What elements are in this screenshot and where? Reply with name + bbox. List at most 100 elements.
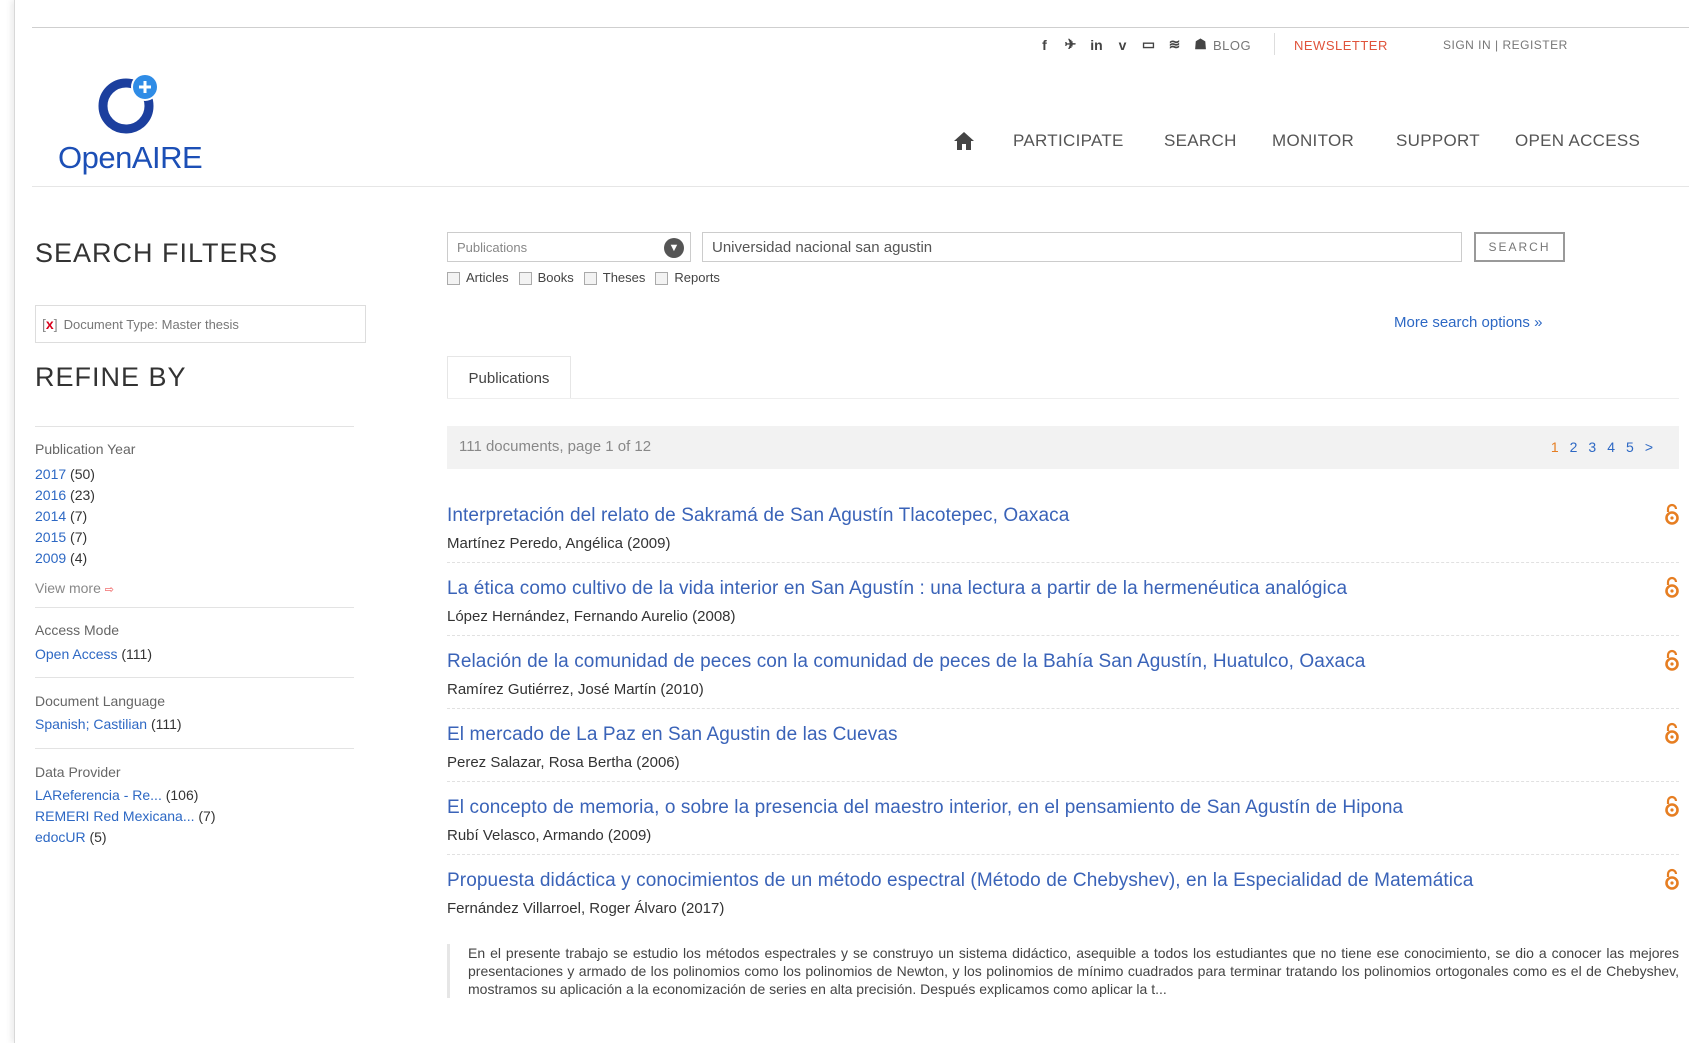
facet-link[interactable]: 2016 bbox=[35, 487, 66, 503]
nav-open-access[interactable]: OPEN ACCESS bbox=[1515, 131, 1640, 151]
facet-link[interactable]: edocUR bbox=[35, 829, 86, 845]
facet-link[interactable]: Open Access bbox=[35, 646, 118, 662]
facet-divider bbox=[35, 426, 354, 427]
search-input[interactable]: Universidad nacional san agustin bbox=[702, 232, 1462, 262]
checkbox-icon[interactable] bbox=[518, 272, 532, 286]
divider bbox=[1274, 33, 1275, 55]
view-more-link[interactable]: View more ⇨ bbox=[35, 580, 114, 596]
facet-link[interactable]: 2015 bbox=[35, 529, 66, 545]
facet-item-provider[interactable]: REMERI Red Mexicana... (7) bbox=[35, 808, 216, 824]
blog-link[interactable]: BLOG bbox=[1213, 38, 1251, 53]
open-access-icon bbox=[1665, 795, 1679, 817]
facet-item-provider[interactable]: LAReferencia - Re... (106) bbox=[35, 787, 198, 803]
nav-participate[interactable]: PARTICIPATE bbox=[1013, 131, 1124, 151]
facet-title-language: Document Language bbox=[35, 693, 165, 709]
result-divider bbox=[447, 635, 1679, 636]
checkbox-reports[interactable]: Reports bbox=[655, 270, 720, 286]
facet-item-provider[interactable]: edocUR (5) bbox=[35, 829, 107, 845]
facet-item-year[interactable]: 2017 (50) bbox=[35, 466, 95, 482]
checkbox-icon[interactable] bbox=[655, 272, 669, 286]
facet-count: (5) bbox=[89, 829, 107, 845]
linkedin-icon[interactable]: in bbox=[1088, 37, 1105, 53]
vimeo-icon[interactable]: v bbox=[1114, 37, 1131, 53]
checkbox-books[interactable]: Books bbox=[518, 270, 574, 286]
result-title-link[interactable]: Propuesta didáctica y conocimientos de u… bbox=[447, 870, 1679, 892]
facet-link[interactable]: Spanish; Castilian bbox=[35, 716, 147, 732]
facet-link[interactable]: 2017 bbox=[35, 466, 66, 482]
page-link[interactable]: 3 bbox=[1588, 439, 1596, 455]
facet-count: (50) bbox=[70, 466, 95, 482]
top-divider bbox=[32, 27, 1689, 28]
view-more-icon: ⇨ bbox=[104, 584, 114, 596]
result-authors: Fernández Villarroel, Roger Álvaro (2017… bbox=[447, 900, 725, 917]
checkbox-icon[interactable] bbox=[583, 272, 597, 286]
result-title-link[interactable]: El mercado de La Paz en San Agustin de l… bbox=[447, 724, 1679, 746]
close-icon: x bbox=[45, 316, 54, 332]
sign-in-link[interactable]: SIGN IN | REGISTER bbox=[1443, 38, 1568, 52]
facet-item-access[interactable]: Open Access (111) bbox=[35, 646, 152, 662]
result-abstract: En el presente trabajo se estudio los mé… bbox=[447, 944, 1679, 998]
facet-title-provider: Data Provider bbox=[35, 764, 121, 780]
facet-item-language[interactable]: Spanish; Castilian (111) bbox=[35, 716, 182, 732]
checkbox-label: Articles bbox=[466, 270, 509, 285]
facet-count: (4) bbox=[70, 550, 88, 566]
facet-link[interactable]: LAReferencia - Re... bbox=[35, 787, 162, 803]
nav-support[interactable]: SUPPORT bbox=[1396, 131, 1480, 151]
facet-divider bbox=[35, 677, 354, 678]
open-access-icon bbox=[1665, 649, 1679, 671]
result-title-link[interactable]: Interpretación del relato de Sakramá de … bbox=[447, 505, 1679, 527]
page-link[interactable]: 1 bbox=[1551, 439, 1559, 455]
result-divider bbox=[447, 781, 1679, 782]
facet-count: (7) bbox=[198, 808, 216, 824]
checkbox-theses[interactable]: Theses bbox=[583, 270, 646, 286]
facet-item-year[interactable]: 2016 (23) bbox=[35, 487, 95, 503]
facet-link[interactable]: REMERI Red Mexicana... bbox=[35, 808, 195, 824]
home-icon[interactable] bbox=[953, 131, 975, 151]
page-link[interactable]: 2 bbox=[1570, 439, 1578, 455]
open-access-icon bbox=[1665, 868, 1679, 890]
facet-item-year[interactable]: 2014 (7) bbox=[35, 508, 87, 524]
facebook-icon[interactable]: f bbox=[1036, 37, 1053, 53]
facet-link[interactable]: 2014 bbox=[35, 508, 66, 524]
nav-search[interactable]: SEARCH bbox=[1164, 131, 1237, 151]
result-title-link[interactable]: Relación de la comunidad de peces con la… bbox=[447, 651, 1679, 673]
result-authors: Perez Salazar, Rosa Bertha (2006) bbox=[447, 754, 680, 771]
open-access-icon bbox=[1665, 503, 1679, 525]
more-search-options-link[interactable]: More search options » bbox=[1394, 314, 1542, 331]
newsletter-link[interactable]: NEWSLETTER bbox=[1294, 38, 1388, 53]
search-type-select[interactable]: Publications ▼ bbox=[447, 232, 691, 262]
facet-item-year[interactable]: 2009 (4) bbox=[35, 550, 87, 566]
facet-title-access: Access Mode bbox=[35, 622, 120, 638]
result-title-link[interactable]: La ética como cultivo de la vida interio… bbox=[447, 578, 1679, 600]
active-filter-label: Document Type: Master thesis bbox=[63, 316, 239, 332]
result-title-link[interactable]: El concepto de memoria, o sobre la prese… bbox=[447, 797, 1679, 819]
youtube-icon[interactable]: ▭ bbox=[1140, 36, 1157, 53]
search-query-value: Universidad nacional san agustin bbox=[712, 238, 933, 256]
rss-icon[interactable]: ≋ bbox=[1166, 36, 1183, 53]
news-icon[interactable]: ☗ bbox=[1192, 36, 1209, 53]
checkbox-label: Theses bbox=[602, 270, 646, 285]
facet-link[interactable]: 2009 bbox=[35, 550, 66, 566]
results-count: 111 documents, page 1 of 12 bbox=[459, 438, 652, 455]
twitter-icon[interactable]: ✈ bbox=[1062, 36, 1079, 53]
social-links: f ✈ in v ▭ ≋ ☗ bbox=[1036, 36, 1209, 53]
facet-item-year[interactable]: 2015 (7) bbox=[35, 529, 87, 545]
search-button[interactable]: SEARCH bbox=[1474, 232, 1565, 262]
page-link[interactable]: 5 bbox=[1626, 439, 1634, 455]
tab-publications[interactable]: Publications bbox=[447, 356, 571, 399]
result-item: Relación de la comunidad de peces con la… bbox=[447, 651, 1679, 698]
result-item: La ética como cultivo de la vida interio… bbox=[447, 578, 1679, 625]
refine-by-heading: REFINE BY bbox=[35, 362, 187, 392]
tab-divider bbox=[447, 398, 1679, 399]
checkbox-articles[interactable]: Articles bbox=[447, 270, 509, 286]
view-more-label: View more bbox=[35, 580, 101, 596]
result-authors: López Hernández, Fernando Aurelio (2008) bbox=[447, 608, 736, 625]
page-link[interactable]: 4 bbox=[1607, 439, 1615, 455]
remove-filter-button[interactable]: [x] bbox=[42, 316, 58, 332]
facet-count: (106) bbox=[165, 787, 199, 803]
nav-monitor[interactable]: MONITOR bbox=[1272, 131, 1354, 151]
type-checkboxes: Articles Books Theses Reports bbox=[447, 270, 730, 286]
openaire-logo[interactable]: OpenAIRE bbox=[56, 62, 216, 182]
page-link[interactable]: > bbox=[1645, 439, 1653, 455]
checkbox-icon[interactable] bbox=[447, 272, 460, 286]
